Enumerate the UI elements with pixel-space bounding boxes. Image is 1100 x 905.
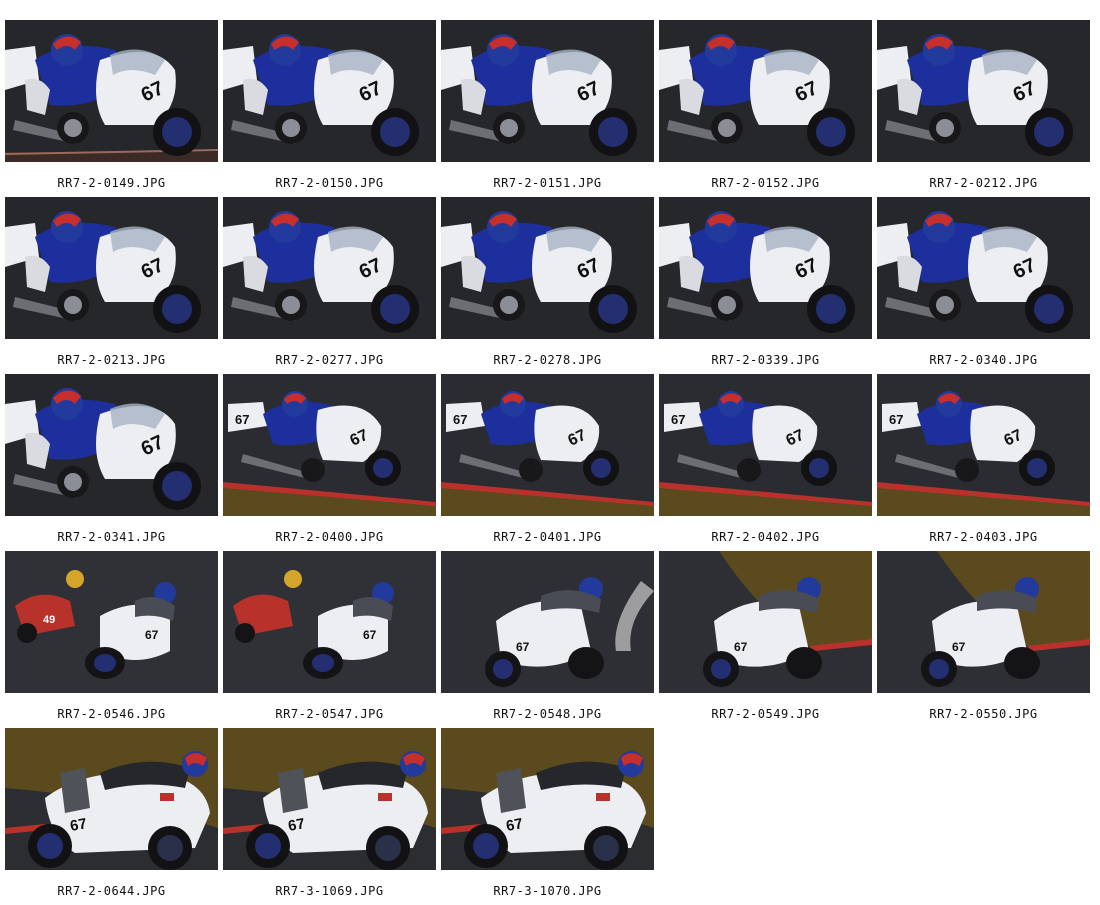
thumbnail-filename[interactable]: RR7-2-0213.JPG [57,353,165,367]
photo-thumbnail[interactable]: 49 67 [5,551,218,693]
svg-text:67: 67 [516,640,530,654]
thumbnail-filename[interactable]: RR7-2-0150.JPG [275,176,383,190]
thumbnail-cell[interactable]: 67 RR7-2-0212.JPG [877,20,1090,197]
thumbnail-cell[interactable]: 67 RR7-2-0149.JPG [5,20,218,197]
thumbnail-cell[interactable]: 67 RR7-2-0339.JPG [659,197,872,374]
photo-thumbnail[interactable]: 67 [441,728,654,870]
thumbnail-filename[interactable]: RR7-2-0212.JPG [929,176,1037,190]
thumbnail-filename[interactable]: RR7-2-0339.JPG [711,353,819,367]
svg-text:67: 67 [145,628,159,642]
thumbnail-filename[interactable]: RR7-2-0149.JPG [57,176,165,190]
photo-thumbnail[interactable]: 67 [877,20,1090,162]
thumbnail-filename[interactable]: RR7-2-0400.JPG [275,530,383,544]
thumbnail-cell[interactable]: 67 RR7-2-0213.JPG [5,197,218,374]
photo-thumbnail[interactable]: 67 [659,20,872,162]
thumbnail-cell[interactable]: 67 RR7-3-1069.JPG [223,728,436,905]
photo-thumbnail[interactable]: 67 [5,374,218,516]
thumbnail-filename[interactable]: RR7-2-0401.JPG [493,530,601,544]
thumbnail-filename[interactable]: RR7-2-0546.JPG [57,707,165,721]
thumbnail-cell[interactable]: 67 RR7-2-0549.JPG [659,551,872,728]
thumbnail-filename[interactable]: RR7-2-0550.JPG [929,707,1037,721]
photo-thumbnail[interactable]: 67 [5,20,218,162]
svg-text:67: 67 [287,815,306,835]
photo-thumbnail[interactable]: 67 [223,20,436,162]
svg-text:67: 67 [453,412,467,427]
thumbnail-cell[interactable]: 67 67 RR7-2-0402.JPG [659,374,872,551]
thumbnail-filename[interactable]: RR7-2-0151.JPG [493,176,601,190]
photo-thumbnail[interactable]: 67 [659,551,872,693]
thumbnail-filename[interactable]: RR7-2-0547.JPG [275,707,383,721]
thumbnail-cell[interactable]: 67 RR7-2-0150.JPG [223,20,436,197]
photo-thumbnail[interactable]: 67 [441,551,654,693]
svg-text:67: 67 [505,815,524,835]
thumbnail-cell[interactable]: 67 RR7-2-0341.JPG [5,374,218,551]
thumbnail-filename[interactable]: RR7-3-1070.JPG [493,884,601,898]
thumbnail-filename[interactable]: RR7-2-0277.JPG [275,353,383,367]
thumbnail-cell[interactable]: 67 RR7-2-0548.JPG [441,551,654,728]
thumbnail-filename[interactable]: RR7-2-0278.JPG [493,353,601,367]
photo-thumbnail[interactable]: 67 [877,197,1090,339]
thumbnail-filename[interactable]: RR7-2-0402.JPG [711,530,819,544]
photo-thumbnail[interactable]: 67 [223,551,436,693]
svg-text:67: 67 [734,640,748,654]
photo-thumbnail[interactable]: 67 [5,197,218,339]
thumbnail-cell[interactable]: 49 67 RR7-2-0546.JPG [5,551,218,728]
photo-thumbnail[interactable]: 67 [877,551,1090,693]
photo-thumbnail[interactable]: 67 [223,728,436,870]
thumbnail-filename[interactable]: RR7-2-0152.JPG [711,176,819,190]
thumbnail-filename[interactable]: RR7-2-0644.JPG [57,884,165,898]
svg-text:67: 67 [363,628,377,642]
photo-thumbnail[interactable]: 67 [223,197,436,339]
photo-thumbnail[interactable]: 67 [441,197,654,339]
svg-text:67: 67 [889,412,903,427]
thumbnail-cell[interactable]: 67 67 RR7-2-0401.JPG [441,374,654,551]
thumbnail-cell[interactable]: 67 RR7-2-0151.JPG [441,20,654,197]
svg-text:49: 49 [43,614,55,626]
thumbnail-filename[interactable]: RR7-2-0403.JPG [929,530,1037,544]
thumbnail-cell[interactable]: 67 67 RR7-2-0403.JPG [877,374,1090,551]
svg-text:67: 67 [235,412,249,427]
photo-thumbnail[interactable]: 67 [441,20,654,162]
thumbnail-cell[interactable]: 67 RR7-3-1070.JPG [441,728,654,905]
thumbnail-cell[interactable]: 67 RR7-2-0547.JPG [223,551,436,728]
thumbnail-gallery: 67 RR7-2-0149.JPG 67 RR7-2-0150.JPG 67 RR7-2-… [5,20,1090,905]
thumbnail-filename[interactable]: RR7-3-1069.JPG [275,884,383,898]
thumbnail-cell[interactable]: 67 RR7-2-0152.JPG [659,20,872,197]
thumbnail-cell[interactable]: 67 67 RR7-2-0400.JPG [223,374,436,551]
thumbnail-cell[interactable]: 67 RR7-2-0644.JPG [5,728,218,905]
photo-thumbnail[interactable]: 6767 [223,374,436,516]
svg-text:67: 67 [69,815,88,835]
photo-thumbnail[interactable]: 6767 [877,374,1090,516]
thumbnail-filename[interactable]: RR7-2-0340.JPG [929,353,1037,367]
thumbnail-cell[interactable]: 67 RR7-2-0340.JPG [877,197,1090,374]
svg-text:67: 67 [952,640,966,654]
thumbnail-cell[interactable]: 67 RR7-2-0550.JPG [877,551,1090,728]
photo-thumbnail[interactable]: 6767 [441,374,654,516]
thumbnail-filename[interactable]: RR7-2-0341.JPG [57,530,165,544]
photo-thumbnail[interactable]: 67 [659,197,872,339]
thumbnail-filename[interactable]: RR7-2-0549.JPG [711,707,819,721]
svg-text:67: 67 [671,412,685,427]
photo-thumbnail[interactable]: 67 [5,728,218,870]
thumbnail-cell[interactable]: 67 RR7-2-0278.JPG [441,197,654,374]
photo-thumbnail[interactable]: 6767 [659,374,872,516]
thumbnail-filename[interactable]: RR7-2-0548.JPG [493,707,601,721]
thumbnail-cell[interactable]: 67 RR7-2-0277.JPG [223,197,436,374]
